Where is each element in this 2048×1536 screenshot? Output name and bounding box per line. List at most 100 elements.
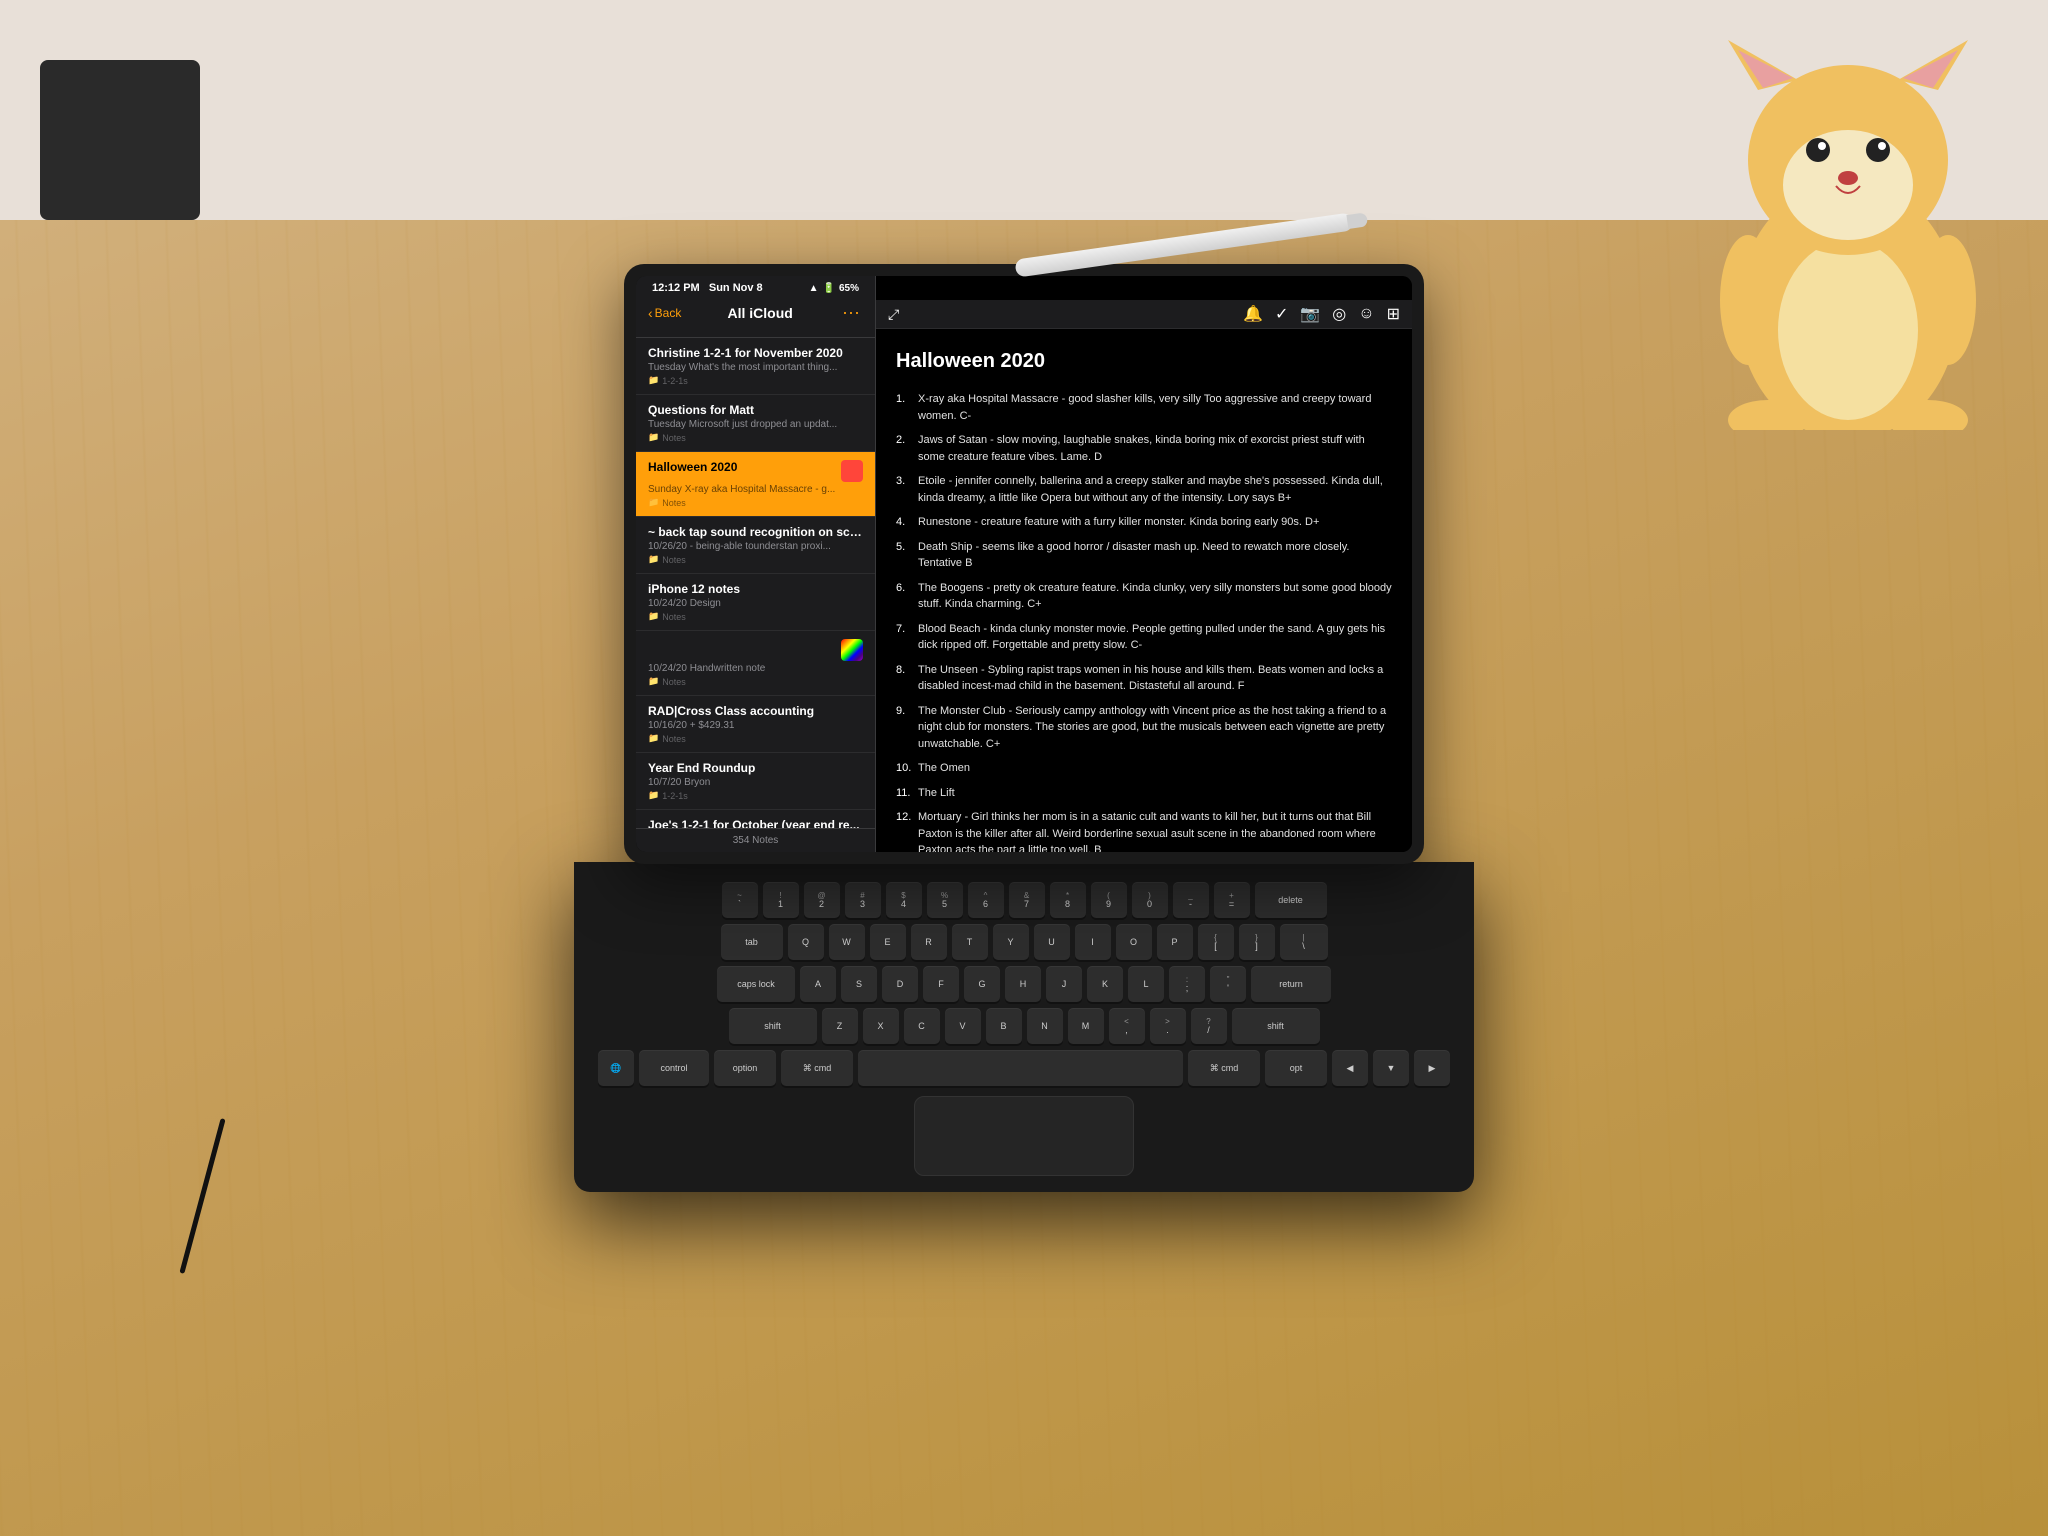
- note-item[interactable]: RAD|Cross Class accounting 10/16/20 + $4…: [636, 696, 875, 753]
- key-semicolon[interactable]: :;: [1169, 966, 1205, 1002]
- key-d[interactable]: D: [882, 966, 918, 1002]
- key-c[interactable]: C: [904, 1008, 940, 1044]
- key-arrow-left[interactable]: ◀: [1332, 1050, 1368, 1086]
- folder-icon: 📁: [648, 432, 659, 443]
- emoji-icon[interactable]: ☺: [1358, 305, 1374, 323]
- key-spacebar[interactable]: [858, 1050, 1183, 1086]
- key-caps-lock[interactable]: caps lock: [717, 966, 795, 1002]
- key-backtick[interactable]: ~`: [722, 882, 758, 918]
- note-color-chip: [841, 460, 863, 482]
- key-t[interactable]: T: [952, 924, 988, 960]
- note-list-item: 9. The Monster Club - Seriously campy an…: [896, 703, 1392, 753]
- key-v[interactable]: V: [945, 1008, 981, 1044]
- key-return[interactable]: return: [1251, 966, 1331, 1002]
- back-chevron-icon: ‹: [648, 305, 653, 321]
- key-z[interactable]: Z: [822, 1008, 858, 1044]
- asdf-row: caps lock A S D F G H J K L :; "' return: [598, 966, 1450, 1002]
- folder-icon: 📁: [648, 375, 659, 386]
- key-f[interactable]: F: [923, 966, 959, 1002]
- key-w[interactable]: W: [829, 924, 865, 960]
- trackpad[interactable]: [914, 1096, 1134, 1176]
- device-container: 12:12 PM Sun Nov 8 ▲ 🔋 65% ‹ Back: [574, 264, 1474, 1192]
- notes-count: 354 Notes: [636, 828, 875, 852]
- key-s[interactable]: S: [841, 966, 877, 1002]
- key-8[interactable]: *8: [1050, 882, 1086, 918]
- note-item[interactable]: Questions for Matt Tuesday Microsoft jus…: [636, 395, 875, 452]
- key-0[interactable]: )0: [1132, 882, 1168, 918]
- key-equals[interactable]: +=: [1214, 882, 1250, 918]
- note-item[interactable]: iPhone 12 notes 10/24/20 Design 📁 Notes: [636, 574, 875, 631]
- key-shift-left[interactable]: shift: [729, 1008, 817, 1044]
- key-b[interactable]: B: [986, 1008, 1022, 1044]
- key-globe[interactable]: 🌐: [598, 1050, 634, 1086]
- key-k[interactable]: K: [1087, 966, 1123, 1002]
- note-item[interactable]: Year End Roundup 10/7/20 Bryon 📁 1-2-1s: [636, 753, 875, 810]
- note-item[interactable]: Christine 1-2-1 for November 2020 Tuesda…: [636, 338, 875, 395]
- key-r[interactable]: R: [911, 924, 947, 960]
- note-item[interactable]: ~ back tap sound recognition on scr... 1…: [636, 517, 875, 574]
- camera-icon[interactable]: 📷: [1300, 304, 1320, 324]
- key-h[interactable]: H: [1005, 966, 1041, 1002]
- expand-icon[interactable]: ⤢: [888, 306, 899, 323]
- key-tab[interactable]: tab: [721, 924, 783, 960]
- key-control[interactable]: control: [639, 1050, 709, 1086]
- key-arrow-right[interactable]: ▶: [1414, 1050, 1450, 1086]
- key-cmd-left[interactable]: ⌘ cmd: [781, 1050, 853, 1086]
- key-7[interactable]: &7: [1009, 882, 1045, 918]
- note-list-item: 5. Death Ship - seems like a good horror…: [896, 539, 1392, 572]
- key-minus[interactable]: _-: [1173, 882, 1209, 918]
- key-bracket-right[interactable]: }]: [1239, 924, 1275, 960]
- more-button[interactable]: ···: [839, 302, 863, 323]
- wifi-icon: ▲: [809, 283, 819, 294]
- key-i[interactable]: I: [1075, 924, 1111, 960]
- key-cmd-right[interactable]: ⌘ cmd: [1188, 1050, 1260, 1086]
- key-j[interactable]: J: [1046, 966, 1082, 1002]
- key-comma[interactable]: <,: [1109, 1008, 1145, 1044]
- key-5[interactable]: %5: [927, 882, 963, 918]
- reminder-icon[interactable]: 🔔: [1243, 304, 1263, 324]
- key-x[interactable]: X: [863, 1008, 899, 1044]
- key-l[interactable]: L: [1128, 966, 1164, 1002]
- key-q[interactable]: Q: [788, 924, 824, 960]
- note-list-item: 4. Runestone - creature feature with a f…: [896, 514, 1392, 531]
- key-o[interactable]: O: [1116, 924, 1152, 960]
- note-list-item: 8. The Unseen - Sybling rapist traps wom…: [896, 662, 1392, 695]
- key-slash[interactable]: ?/: [1191, 1008, 1227, 1044]
- key-shift-right[interactable]: shift: [1232, 1008, 1320, 1044]
- markup-icon[interactable]: ◎: [1332, 304, 1346, 324]
- key-1[interactable]: !1: [763, 882, 799, 918]
- table-icon[interactable]: ⊞: [1387, 304, 1400, 324]
- key-9[interactable]: (9: [1091, 882, 1127, 918]
- note-item[interactable]: Joe's 1-2-1 for October (year end re... …: [636, 810, 875, 828]
- key-p[interactable]: P: [1157, 924, 1193, 960]
- note-body[interactable]: Halloween 2020 1. X-ray aka Hospital Mas…: [876, 329, 1412, 852]
- key-g[interactable]: G: [964, 966, 1000, 1002]
- key-delete[interactable]: delete: [1255, 882, 1327, 918]
- note-item[interactable]: 10/24/20 Handwritten note 📁 Notes: [636, 631, 875, 696]
- key-bracket-left[interactable]: {[: [1198, 924, 1234, 960]
- folder-icon: 📁: [648, 554, 659, 565]
- key-backslash[interactable]: |\: [1280, 924, 1328, 960]
- key-u[interactable]: U: [1034, 924, 1070, 960]
- key-quote[interactable]: "': [1210, 966, 1246, 1002]
- key-option-left[interactable]: option: [714, 1050, 776, 1086]
- key-6[interactable]: ^6: [968, 882, 1004, 918]
- key-opt-right[interactable]: opt: [1265, 1050, 1327, 1086]
- key-e[interactable]: E: [870, 924, 906, 960]
- key-4[interactable]: $4: [886, 882, 922, 918]
- note-title: Halloween 2020: [896, 345, 1392, 377]
- notes-list: Christine 1-2-1 for November 2020 Tuesda…: [636, 338, 875, 828]
- notes-header-top: ‹ Back All iCloud ···: [648, 302, 863, 323]
- key-2[interactable]: @2: [804, 882, 840, 918]
- key-y[interactable]: Y: [993, 924, 1029, 960]
- key-a[interactable]: A: [800, 966, 836, 1002]
- key-m[interactable]: M: [1068, 1008, 1104, 1044]
- zxcv-row: shift Z X C V B N M <, >. ?/ shift: [598, 1008, 1450, 1044]
- key-n[interactable]: N: [1027, 1008, 1063, 1044]
- note-item-active[interactable]: Halloween 2020 Sunday X-ray aka Hospital…: [636, 452, 875, 517]
- key-arrow-down[interactable]: ▼: [1373, 1050, 1409, 1086]
- back-button[interactable]: ‹ Back: [648, 305, 681, 321]
- checklist-icon[interactable]: ✓: [1275, 304, 1288, 324]
- key-period[interactable]: >.: [1150, 1008, 1186, 1044]
- key-3[interactable]: #3: [845, 882, 881, 918]
